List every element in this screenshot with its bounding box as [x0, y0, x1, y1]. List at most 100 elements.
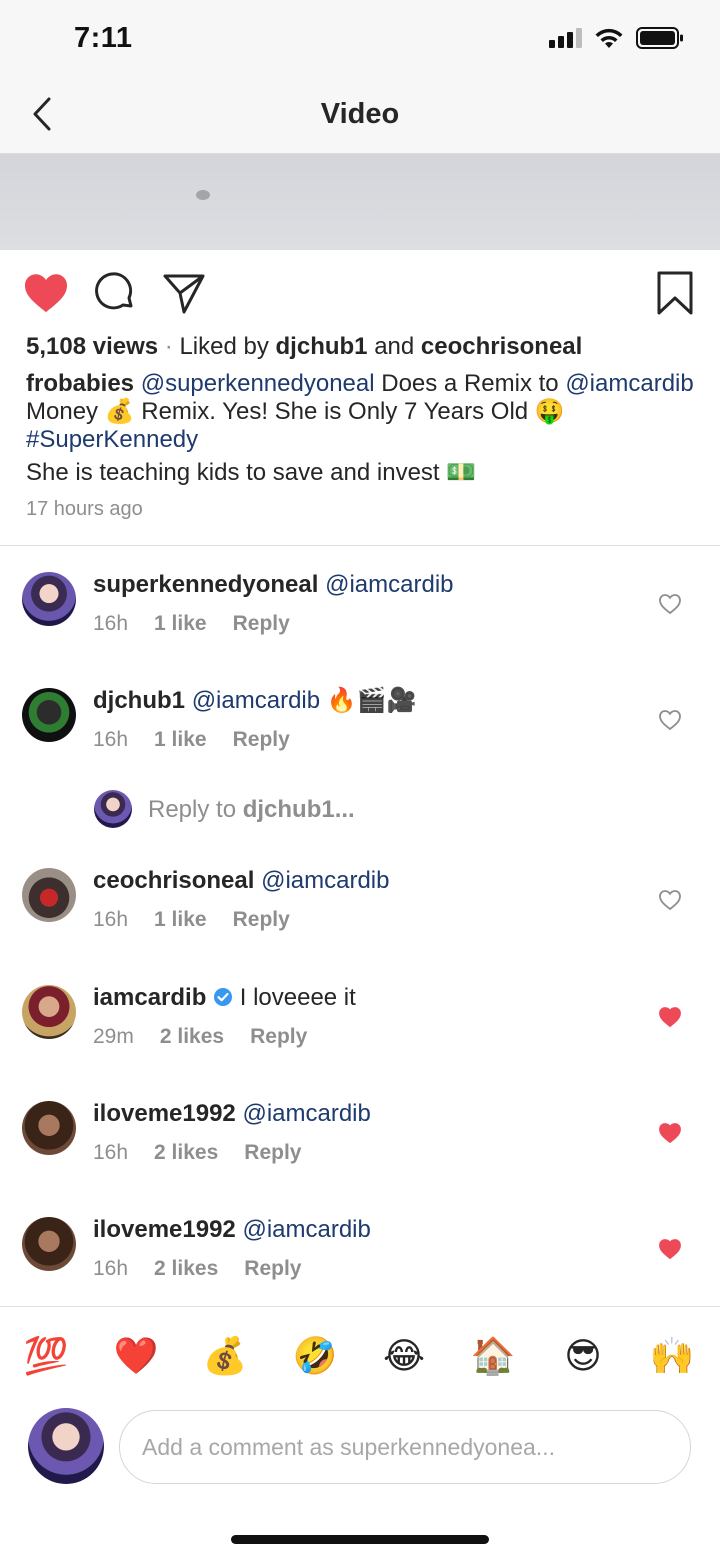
- comment-meta: 16h 1 like Reply: [93, 612, 316, 636]
- comment-body: ceochrisoneal @iamcardib: [93, 866, 389, 896]
- comment-body: iloveme1992 @iamcardib: [93, 1215, 371, 1245]
- reply-button[interactable]: Reply: [244, 1141, 301, 1164]
- comment-time: 16h: [93, 1257, 129, 1280]
- comment-time: 16h: [93, 728, 129, 751]
- status-icons: [549, 26, 684, 50]
- view-count[interactable]: 5,108 views: [26, 333, 158, 360]
- post-caption: frobabies @superkennedyoneal Does a Remi…: [26, 370, 696, 454]
- comment-item: iloveme1992 @iamcardib 16h 2 likes Reply: [0, 1215, 720, 1325]
- heart-icon: [659, 1123, 681, 1144]
- status-time: 7:11: [74, 22, 133, 54]
- reply-button[interactable]: Reply: [244, 1257, 301, 1280]
- caption-mention[interactable]: @superkennedyoneal: [141, 370, 375, 397]
- comment-input[interactable]: Add a comment as superkennedyonea...: [119, 1410, 691, 1484]
- comment-like-button[interactable]: [656, 1003, 684, 1031]
- comment-like-button[interactable]: [656, 706, 684, 734]
- section-divider: [0, 545, 720, 546]
- comment-text: I loveeee it: [239, 984, 356, 1011]
- bookmark-icon: [657, 271, 693, 315]
- like-button[interactable]: [20, 268, 72, 318]
- caption-hashtag[interactable]: #SuperKennedy: [26, 426, 198, 453]
- comment-mention[interactable]: @iamcardib: [261, 867, 389, 894]
- home-indicator: [231, 1535, 489, 1544]
- heart-icon: [659, 1007, 681, 1028]
- comment-like-button[interactable]: [656, 1119, 684, 1147]
- avatar[interactable]: [22, 985, 76, 1039]
- comment-time: 29m: [93, 1025, 134, 1048]
- emoji-quick-bar: 💯 ❤️ 💰 🤣 😂 🏠 😎 🙌: [0, 1328, 720, 1388]
- comment-like-button[interactable]: [656, 886, 684, 914]
- emoji-button[interactable]: 💰: [197, 1328, 253, 1384]
- comment-item: iamcardib I loveeee it 29m 2 likes Reply: [0, 983, 720, 1093]
- avatar: [28, 1408, 104, 1484]
- comment-username[interactable]: iloveme1992: [93, 1100, 236, 1127]
- emoji-button[interactable]: 😂: [376, 1328, 432, 1384]
- comment-time: 16h: [93, 1141, 129, 1164]
- comment-username[interactable]: superkennedyoneal: [93, 571, 318, 598]
- liked-by-user[interactable]: ceochrisoneal: [421, 333, 582, 360]
- comment-username[interactable]: ceochrisoneal: [93, 867, 254, 894]
- cellular-signal-icon: [549, 28, 582, 48]
- comment-meta: 16h 2 likes Reply: [93, 1141, 327, 1165]
- save-button[interactable]: [652, 268, 698, 318]
- comment-username[interactable]: djchub1: [93, 687, 185, 714]
- video-player[interactable]: [0, 154, 720, 250]
- comment-likes[interactable]: 1 like: [154, 728, 207, 751]
- emoji-button[interactable]: 😎: [555, 1328, 611, 1384]
- comment-meta: 16h 1 like Reply: [93, 908, 316, 932]
- emoji-button[interactable]: 💯: [18, 1328, 74, 1384]
- comment-like-button[interactable]: [656, 590, 684, 618]
- comment-body: djchub1 @iamcardib 🔥🎬🎥: [93, 686, 416, 716]
- comment-meta: 29m 2 likes Reply: [93, 1025, 333, 1049]
- comment-body: iamcardib I loveeee it: [93, 983, 356, 1013]
- comment-mention[interactable]: @iamcardib: [192, 687, 320, 714]
- views-and-likes: 5,108 views · Liked by djchub1 and ceoch…: [26, 330, 696, 364]
- comment-meta: 16h 1 like Reply: [93, 728, 316, 752]
- emoji-button[interactable]: 🙌: [644, 1328, 700, 1384]
- reply-to-user: djchub1...: [242, 796, 355, 823]
- emoji-button[interactable]: 🤣: [287, 1328, 343, 1384]
- reply-button[interactable]: Reply: [233, 612, 290, 635]
- avatar[interactable]: [22, 868, 76, 922]
- comment-likes[interactable]: 2 likes: [160, 1025, 224, 1048]
- comment-item: ceochrisoneal @iamcardib 16h 1 like Reply: [0, 866, 720, 976]
- share-icon: [163, 274, 205, 314]
- comment-username[interactable]: iloveme1992: [93, 1216, 236, 1243]
- status-bar: 7:11: [0, 0, 720, 78]
- reply-button[interactable]: Reply: [250, 1025, 307, 1048]
- caption-mention[interactable]: @iamcardib: [565, 370, 693, 397]
- comment-text: 🔥🎬🎥: [326, 687, 417, 714]
- page-title: Video: [320, 98, 400, 130]
- emoji-button[interactable]: ❤️: [108, 1328, 164, 1384]
- comment-likes[interactable]: 2 likes: [154, 1141, 218, 1164]
- comment-likes[interactable]: 1 like: [154, 908, 207, 931]
- comment-username[interactable]: iamcardib: [93, 984, 206, 1011]
- avatar[interactable]: [22, 688, 76, 742]
- wifi-icon: [595, 28, 623, 48]
- comment-like-button[interactable]: [656, 1235, 684, 1263]
- liked-by-user[interactable]: djchub1: [276, 333, 368, 360]
- avatar: [94, 790, 132, 828]
- caption-username[interactable]: frobabies: [26, 370, 134, 397]
- reply-button[interactable]: Reply: [233, 908, 290, 931]
- post-actions: [0, 266, 720, 322]
- caption-emoji: 🤑: [534, 398, 565, 425]
- share-button[interactable]: [160, 270, 208, 316]
- reply-to-label: Reply to djchub1...: [148, 796, 355, 824]
- comment-likes[interactable]: 2 likes: [154, 1257, 218, 1280]
- comment-item: iloveme1992 @iamcardib 16h 2 likes Reply: [0, 1099, 720, 1209]
- comment-mention[interactable]: @iamcardib: [325, 571, 453, 598]
- caption-text: Does a Remix to: [381, 370, 559, 397]
- comment-mention[interactable]: @iamcardib: [242, 1216, 370, 1243]
- comment-time: 16h: [93, 612, 129, 635]
- liked-by-label: Liked by: [179, 333, 269, 360]
- comment-likes[interactable]: 1 like: [154, 612, 207, 635]
- verified-badge-icon: [214, 988, 233, 1006]
- comment-mention[interactable]: @iamcardib: [242, 1100, 370, 1127]
- avatar[interactable]: [22, 1101, 76, 1155]
- avatar[interactable]: [22, 1217, 76, 1271]
- reply-button[interactable]: Reply: [233, 728, 290, 751]
- avatar[interactable]: [22, 572, 76, 626]
- comment-button[interactable]: [92, 270, 138, 316]
- emoji-button[interactable]: 🏠: [465, 1328, 521, 1384]
